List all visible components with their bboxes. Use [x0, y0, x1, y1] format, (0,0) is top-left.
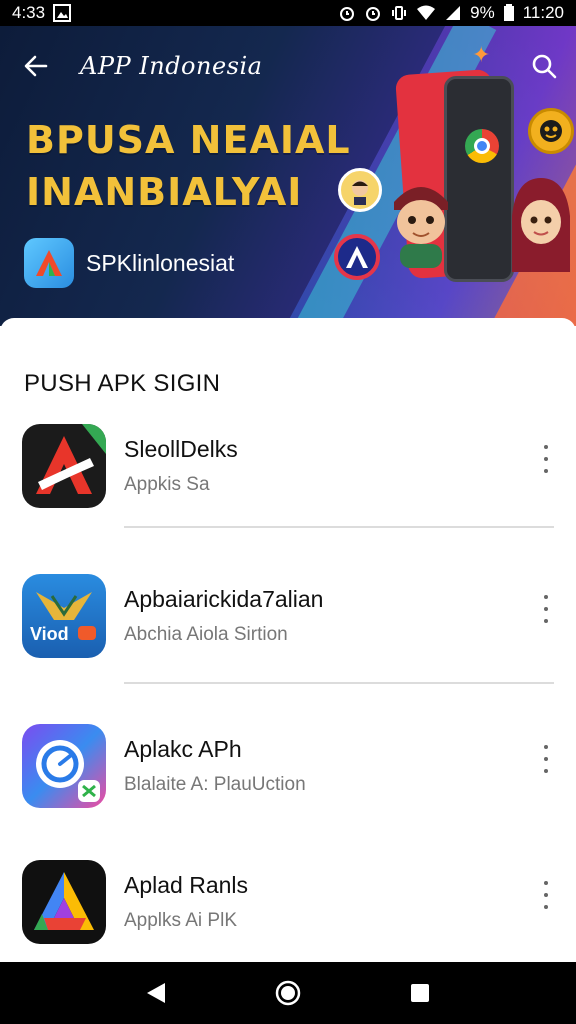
banner-headline-line2: INANBIALYAI: [26, 170, 303, 214]
red-a-logo-icon: [22, 424, 106, 508]
app-list-item[interactable]: SleollDelks Appkis Sa: [0, 424, 576, 554]
app-name: SleollDelks: [124, 436, 238, 462]
list-divider: [124, 526, 554, 528]
app-name: Aplad Ranls: [124, 872, 249, 898]
app-subtitle: Abchia Aiola Sirtion: [124, 624, 288, 645]
coin-face-icon: [528, 108, 574, 154]
vibrate-icon: [390, 3, 408, 23]
triangle-back-icon: [147, 983, 165, 1003]
face-avatar-icon: [338, 168, 382, 212]
a-circle-icon: [334, 234, 380, 280]
app-list-item[interactable]: Viod Apbaiarickida7alian Abchia Aiola Si…: [0, 574, 576, 704]
boy-avatar-illustration: [394, 187, 448, 268]
battery-percentage: 9%: [470, 3, 495, 22]
back-button[interactable]: [18, 48, 54, 84]
app-subtitle: Applks Ai PlK: [124, 910, 237, 931]
status-time-left: 4:33: [12, 3, 46, 22]
more-options-button[interactable]: [534, 592, 558, 626]
section-title: PUSH APK SIGIN: [24, 370, 221, 397]
photo-notification-icon: [53, 3, 72, 23]
viod-logo-icon: Viod: [22, 574, 106, 658]
app-name: Aplakc APh: [124, 736, 242, 762]
blue-ring-logo-icon: [22, 724, 106, 808]
app-list-sheet: PUSH APK SIGIN SleollDelks Appkis Sa Vio…: [0, 318, 576, 962]
nav-recents-button[interactable]: [398, 971, 442, 1015]
more-options-button[interactable]: [534, 442, 558, 476]
list-divider: [124, 682, 554, 684]
alarm-secondary-icon: [364, 3, 382, 23]
app-subtitle: Appkis Sa: [124, 474, 210, 495]
brand-name: SPKlinlonesiat: [86, 249, 235, 276]
nav-back-button[interactable]: [134, 971, 178, 1015]
square-recents-icon: [411, 984, 429, 1002]
banner-headline-line1: BPUSA NEAIAL: [26, 118, 351, 162]
arrow-left-icon: [24, 55, 48, 77]
circle-home-icon: [275, 980, 301, 1006]
app-screen: 4:33 9% 11:20 APP Indonesia ✦ BPUSA NEAI…: [0, 0, 576, 1024]
status-time-right: 11:20: [522, 3, 564, 22]
signal-icon: [444, 3, 462, 23]
viod-logo-label: Viod: [30, 624, 69, 644]
chrome-center-icon: [474, 138, 490, 154]
search-icon: [532, 54, 557, 79]
alarm-icon: [338, 3, 356, 23]
system-nav-bar: [0, 962, 576, 1024]
page-title: APP Indonesia: [80, 52, 263, 80]
app-name: Apbaiarickida7alian: [124, 586, 324, 612]
app-subtitle: Blalaite A: PlauUction: [124, 774, 306, 795]
phone-illustration-front: [444, 76, 514, 282]
app-bar: APP Indonesia: [0, 26, 576, 106]
wifi-icon: [416, 3, 436, 23]
status-bar: 4:33 9% 11:20: [0, 0, 576, 26]
girl-avatar-illustration: [512, 178, 570, 272]
more-options-button[interactable]: [534, 878, 558, 912]
battery-icon: [503, 3, 515, 23]
brand-row: SPKlinlonesiat: [24, 238, 234, 288]
brand-logo-icon: [24, 238, 74, 288]
nav-home-button[interactable]: [266, 971, 310, 1015]
search-button[interactable]: [526, 48, 562, 84]
hero-banner: APP Indonesia ✦ BPUSA NEAIAL INANBIALYAI…: [0, 26, 576, 326]
more-options-button[interactable]: [534, 742, 558, 776]
rainbow-a-logo-icon: [22, 860, 106, 944]
app-list-item[interactable]: Aplakc APh Blalaite A: PlauUction: [0, 724, 576, 854]
